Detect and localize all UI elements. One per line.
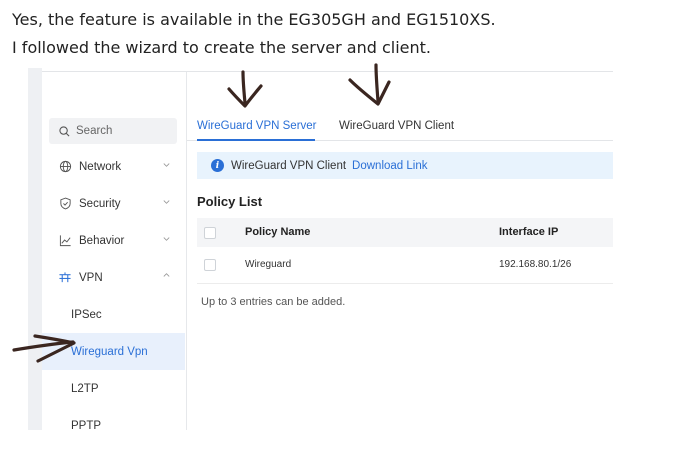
sidebar-item-security[interactable]: Security <box>42 185 185 222</box>
sidebar-item-label: VPN <box>79 271 103 284</box>
post-text-line2: I followed the wizard to create the serv… <box>12 38 432 57</box>
info-bar: i WireGuard VPN Client Download Link <box>197 152 613 179</box>
vpn-icon <box>58 271 72 285</box>
sidebar-item-label: Network <box>79 160 122 173</box>
active-tab-indicator <box>197 139 315 141</box>
row-checkbox[interactable] <box>204 259 216 271</box>
tab-wireguard-vpn-client[interactable]: WireGuard VPN Client <box>339 120 454 132</box>
sidebar-subitem-ipsec[interactable]: IPSec <box>42 296 185 333</box>
tab-bar: WireGuard VPN Server WireGuard VPN Clien… <box>187 112 613 141</box>
column-header-policy-name: Policy Name <box>245 226 311 238</box>
sidebar-subitem-wireguard-vpn[interactable]: Wireguard Vpn <box>42 333 185 370</box>
sidebar-subitem-l2tp[interactable]: L2TP <box>42 370 185 407</box>
sidebar-item-behavior[interactable]: Behavior <box>42 222 185 259</box>
info-text: WireGuard VPN Client <box>231 159 347 172</box>
left-frame-bar <box>28 68 42 430</box>
sidebar-item-label: Behavior <box>79 234 125 247</box>
shield-icon <box>58 197 72 211</box>
sidebar-item-network[interactable]: Network <box>42 148 185 185</box>
policy-list-title: Policy List <box>197 194 263 209</box>
table-row: Wireguard 192.168.80.1/26 <box>197 247 613 284</box>
sidebar-subitem-pptp[interactable]: PPTP <box>42 407 185 431</box>
sidebar: Search Network Security Behavior VPN IPS… <box>42 72 187 430</box>
policy-table: Policy Name Interface IP Wireguard 192.1… <box>197 218 613 284</box>
cell-interface-ip: 192.168.80.1/26 <box>499 259 572 270</box>
chevron-up-icon <box>163 273 170 277</box>
cell-policy-name: Wireguard <box>245 259 292 270</box>
chart-icon <box>58 234 72 248</box>
chevron-down-icon <box>163 237 170 241</box>
tab-wireguard-vpn-server[interactable]: WireGuard VPN Server <box>197 120 317 132</box>
main-panel: WireGuard VPN Server WireGuard VPN Clien… <box>187 72 613 430</box>
column-header-interface-ip: Interface IP <box>499 226 559 238</box>
search-input[interactable]: Search <box>49 118 177 144</box>
chevron-down-icon <box>163 200 170 204</box>
search-placeholder: Search <box>76 125 113 137</box>
sidebar-item-vpn[interactable]: VPN <box>42 259 185 296</box>
table-header: Policy Name Interface IP <box>197 218 613 247</box>
select-all-checkbox[interactable] <box>204 227 216 239</box>
sidebar-item-label: Security <box>79 197 121 210</box>
router-ui-screenshot: Search Network Security Behavior VPN IPS… <box>28 68 613 430</box>
info-icon: i <box>211 159 224 172</box>
globe-icon <box>58 160 72 174</box>
search-icon <box>59 125 70 136</box>
chevron-down-icon <box>163 163 170 167</box>
download-link[interactable]: Download Link <box>352 160 427 172</box>
post-text-line1: Yes, the feature is available in the EG3… <box>12 10 496 29</box>
entries-limit-note: Up to 3 entries can be added. <box>201 296 346 308</box>
